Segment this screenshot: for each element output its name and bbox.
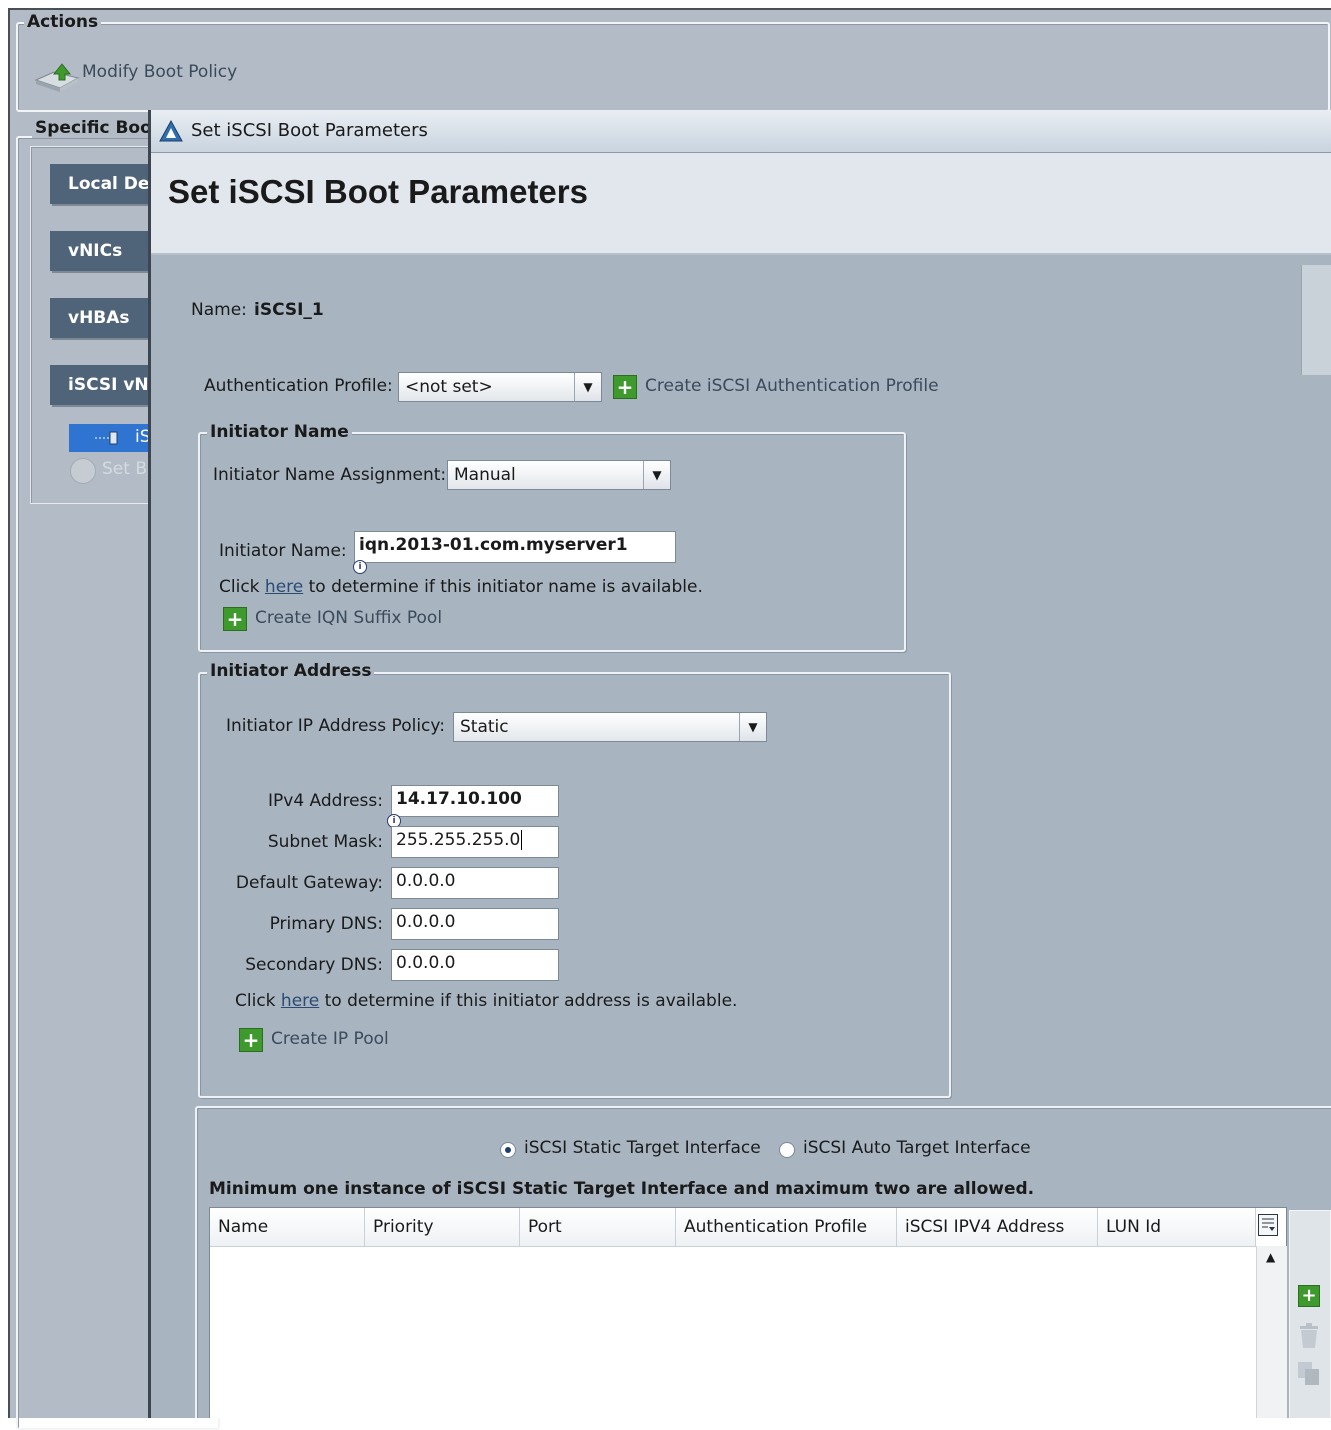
initiator-name-input[interactable]: iqn.2013-01.com.myserver1 xyxy=(354,531,676,563)
vnics-button[interactable]: vNICs xyxy=(50,231,150,271)
primary-dns-label: Primary DNS: xyxy=(269,914,383,934)
initiator-name-assignment-value: Manual xyxy=(454,465,516,485)
initiator-address-availability-text: Click here to determine if this initiato… xyxy=(235,991,737,1011)
target-limit-note: Minimum one instance of iSCSI Static Tar… xyxy=(209,1179,1035,1199)
set-boot-parameters-item[interactable]: Set B xyxy=(70,456,152,484)
initiator-name-value: iqn.2013-01.com.myserver1 xyxy=(359,535,628,555)
dialog-window-title: Set iSCSI Boot Parameters xyxy=(191,120,428,141)
primary-dns-input[interactable]: 0.0.0.0 xyxy=(391,908,559,940)
column-header-port[interactable]: Port xyxy=(520,1208,676,1246)
dialog-header: Set iSCSI Boot Parameters xyxy=(151,153,1331,255)
create-auth-profile-link[interactable]: + Create iSCSI Authentication Profile xyxy=(613,374,953,402)
primary-dns-value: 0.0.0.0 xyxy=(396,912,456,932)
click-suffix: to determine if this initiator name is a… xyxy=(308,577,703,597)
create-ip-pool-label: Create IP Pool xyxy=(271,1029,389,1049)
column-header-ipv4[interactable]: iSCSI IPV4 Address xyxy=(897,1208,1098,1246)
iscsi-tree-item[interactable]: iS xyxy=(69,424,151,452)
actions-legend: Actions xyxy=(24,12,102,32)
disabled-circle-icon xyxy=(70,458,96,484)
table-scrollbar[interactable]: ▲ xyxy=(1256,1246,1287,1418)
ip-address-policy-label: Initiator IP Address Policy: xyxy=(226,716,445,736)
create-auth-profile-label: Create iSCSI Authentication Profile xyxy=(645,376,939,396)
initiator-name-legend: Initiator Name xyxy=(207,422,352,442)
auth-profile-select[interactable]: <not set> ▼ xyxy=(398,372,602,402)
initiator-address-legend: Initiator Address xyxy=(207,661,375,681)
app-logo-icon xyxy=(159,119,183,147)
chevron-down-icon: ▼ xyxy=(739,713,766,741)
ipv4-address-value: 14.17.10.100 xyxy=(396,789,522,809)
add-row-icon[interactable]: + xyxy=(1298,1285,1320,1307)
set-boot-parameters-label: Set B xyxy=(102,459,147,479)
ipv4-address-label: IPv4 Address: xyxy=(268,791,383,811)
text-cursor: ​ xyxy=(521,830,523,850)
initiator-name-availability-text: Click here to determine if this initiato… xyxy=(219,577,703,597)
iscsi-vnics-button[interactable]: iSCSI vN xyxy=(50,365,150,405)
boot-order-legend: Specific Boo xyxy=(32,118,158,138)
properties-icon[interactable] xyxy=(1297,1361,1321,1392)
add-icon: + xyxy=(223,607,247,631)
ip-address-policy-value: Static xyxy=(460,717,509,737)
subnet-mask-input[interactable]: 255.255.255.0​ xyxy=(391,826,559,858)
subnet-mask-value: 255.255.255.0 xyxy=(396,830,521,850)
dialog-heading: Set iSCSI Boot Parameters xyxy=(168,173,588,210)
check-initiator-name-link[interactable]: here xyxy=(265,577,303,597)
static-target-radio[interactable] xyxy=(500,1142,516,1158)
static-target-label: iSCSI Static Target Interface xyxy=(524,1138,761,1158)
modify-boot-policy-action[interactable]: Modify Boot Policy xyxy=(34,56,294,92)
create-iqn-suffix-pool-label: Create IQN Suffix Pool xyxy=(255,608,443,628)
subnet-mask-label: Subnet Mask: xyxy=(267,832,383,852)
click-prefix: Click xyxy=(235,991,276,1011)
default-gateway-value: 0.0.0.0 xyxy=(396,871,456,891)
secondary-dns-value: 0.0.0.0 xyxy=(396,953,456,973)
column-header-priority[interactable]: Priority xyxy=(365,1208,520,1246)
click-prefix: Click xyxy=(219,577,260,597)
iscsi-boot-dialog: Set iSCSI Boot Parameters Set iSCSI Boot… xyxy=(148,110,1331,1418)
modify-policy-icon xyxy=(34,62,82,97)
vhbas-button[interactable]: vHBAs xyxy=(50,298,150,338)
table-header: Name Priority Port Authentication Profil… xyxy=(210,1208,1256,1247)
click-suffix: to determine if this initiator address i… xyxy=(324,991,738,1011)
secondary-dns-input[interactable]: 0.0.0.0 xyxy=(391,949,559,981)
initiator-name-assignment-label: Initiator Name Assignment: xyxy=(213,465,447,485)
default-gateway-input[interactable]: 0.0.0.0 xyxy=(391,867,559,899)
dialog-titlebar[interactable]: Set iSCSI Boot Parameters xyxy=(151,110,1331,153)
default-gateway-label: Default Gateway: xyxy=(235,873,383,893)
info-icon: i xyxy=(353,560,367,574)
column-header-auth-profile[interactable]: Authentication Profile xyxy=(676,1208,897,1246)
chevron-down-icon: ▼ xyxy=(643,461,670,489)
initiator-name-assignment-select[interactable]: Manual ▼ xyxy=(447,460,671,490)
check-initiator-address-link[interactable]: here xyxy=(281,991,319,1011)
ip-address-policy-select[interactable]: Static ▼ xyxy=(453,712,767,742)
column-header-lun-id[interactable]: LUN Id xyxy=(1098,1208,1256,1246)
create-iqn-suffix-pool-link[interactable]: + Create IQN Suffix Pool xyxy=(223,606,463,634)
name-label: Name: xyxy=(191,300,247,320)
table-actions-panel: + xyxy=(1289,1210,1331,1418)
modify-boot-policy-label: Modify Boot Policy xyxy=(82,62,238,82)
chevron-down-icon: ▼ xyxy=(574,373,601,401)
scroll-up-icon[interactable]: ▲ xyxy=(1266,1250,1275,1264)
delete-icon[interactable] xyxy=(1297,1323,1321,1354)
add-icon: + xyxy=(239,1028,263,1052)
column-header-name[interactable]: Name xyxy=(210,1208,365,1246)
tree-connector-icon xyxy=(95,430,121,445)
column-chooser-icon[interactable] xyxy=(1258,1214,1278,1236)
secondary-dns-label: Secondary DNS: xyxy=(245,955,383,975)
name-value: iSCSI_1 xyxy=(254,300,324,320)
auth-profile-value: <not set> xyxy=(405,377,493,397)
auto-target-label: iSCSI Auto Target Interface xyxy=(803,1138,1031,1158)
initiator-name-label: Initiator Name: xyxy=(219,541,347,561)
header-scrollbar[interactable] xyxy=(1301,265,1331,375)
create-ip-pool-link[interactable]: + Create IP Pool xyxy=(239,1027,439,1055)
auto-target-radio[interactable] xyxy=(779,1142,795,1158)
ipv4-address-input[interactable]: 14.17.10.100 xyxy=(391,785,559,817)
add-icon: + xyxy=(613,375,637,399)
target-table: Name Priority Port Authentication Profil… xyxy=(209,1207,1287,1418)
local-devices-button[interactable]: Local De xyxy=(50,164,150,204)
auth-profile-label: Authentication Profile: xyxy=(204,376,393,396)
